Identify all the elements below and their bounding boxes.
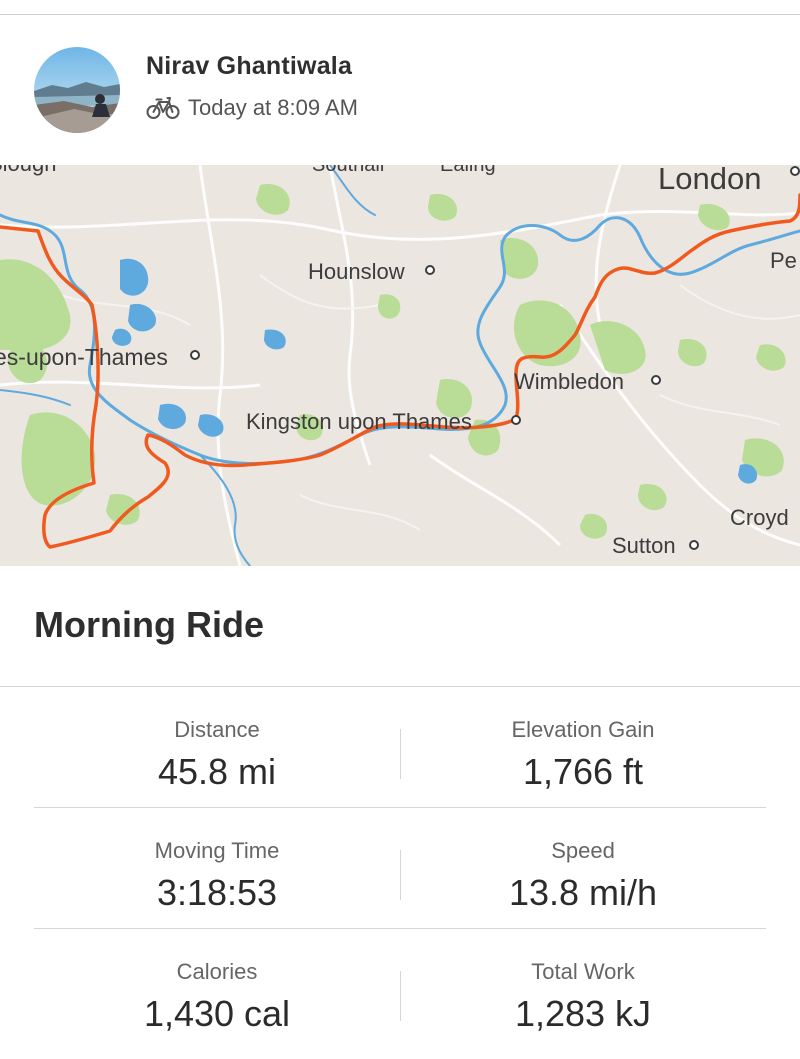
- map-label-croydon: Croyd: [730, 505, 789, 530]
- activity-timestamp: Today at 8:09 AM: [188, 95, 358, 120]
- stat-value: 13.8 mi/h: [508, 872, 658, 913]
- stat-label: Speed: [551, 838, 615, 863]
- stats-row: Distance 45.8 mi Elevation Gain 1,766 ft: [34, 687, 766, 808]
- stat-label: Distance: [174, 717, 260, 742]
- stat-value: 45.8 mi: [157, 751, 277, 792]
- bike-icon: [146, 97, 180, 119]
- stat-distance: Distance 45.8 mi: [34, 687, 400, 807]
- map-label-peckham: Pe: [770, 248, 797, 273]
- map-label-ealing: Ealing: [440, 165, 496, 176]
- stat-moving-time: Moving Time 3:18:53: [34, 808, 400, 928]
- map-label-kingston: Kingston upon Thames: [246, 409, 472, 434]
- stat-elevation-gain: Elevation Gain 1,766 ft: [400, 687, 766, 807]
- map-label-southall: Southall: [312, 165, 384, 176]
- route-map[interactable]: Slough Southall Ealing London Pe Hounslo…: [0, 165, 800, 566]
- map-label-staines: es-upon-Thames: [0, 344, 168, 370]
- stat-value: 1,766 ft: [522, 751, 644, 792]
- stat-value: 3:18:53: [156, 872, 278, 913]
- stats-grid: Distance 45.8 mi Elevation Gain 1,766 ft…: [34, 687, 766, 1049]
- stat-label: Elevation Gain: [511, 717, 655, 742]
- stat-total-work: Total Work 1,283 kJ: [400, 929, 766, 1049]
- stat-value: 1,430 cal: [143, 993, 291, 1034]
- athlete-name[interactable]: Nirav Ghantiwala: [146, 52, 352, 81]
- stat-calories: Calories 1,430 cal: [34, 929, 400, 1049]
- activity-title[interactable]: Morning Ride: [34, 604, 264, 646]
- activity-page: Nirav Ghantiwala Today at 8:09 AM Southa…: [0, 0, 800, 1059]
- map-label-slough: Slough: [0, 165, 57, 176]
- stats-row: Calories 1,430 cal Total Work 1,283 kJ: [34, 929, 766, 1049]
- stat-label: Total Work: [531, 959, 635, 984]
- activity-header: Nirav Ghantiwala Today at 8:09 AM: [0, 15, 800, 165]
- stat-label: Calories: [176, 959, 258, 984]
- map-label-hounslow: Hounslow: [308, 259, 405, 284]
- stat-speed: Speed 13.8 mi/h: [400, 808, 766, 928]
- activity-meta: Today at 8:09 AM: [146, 93, 358, 123]
- map-label-sutton: Sutton: [612, 533, 676, 558]
- map-label-wimbledon: Wimbledon: [514, 369, 624, 394]
- avatar[interactable]: [34, 47, 120, 133]
- stat-value: 1,283 kJ: [514, 993, 652, 1034]
- stats-row: Moving Time 3:18:53 Speed 13.8 mi/h: [34, 808, 766, 929]
- stat-label: Moving Time: [154, 838, 280, 863]
- map-label-london: London: [658, 165, 761, 196]
